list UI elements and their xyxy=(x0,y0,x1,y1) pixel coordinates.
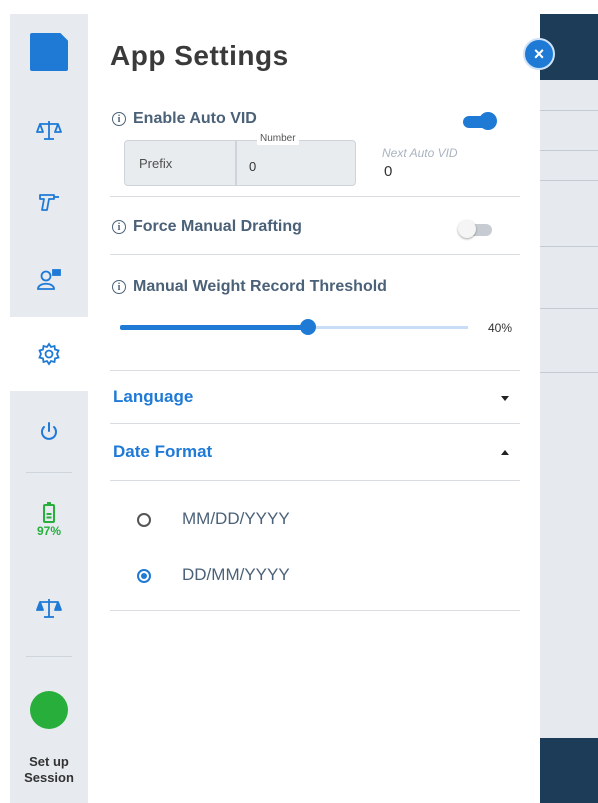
session-status-button[interactable] xyxy=(10,690,88,730)
date-format-radio-mmddyyyy[interactable] xyxy=(137,513,151,527)
page-title: App Settings xyxy=(110,40,289,71)
rail-item-battery: 97% xyxy=(10,495,88,545)
force-manual-drafting-text: Force Manual Drafting xyxy=(133,218,302,235)
background-divider xyxy=(540,180,598,181)
date-format-option-label[interactable]: DD/MM/YYYY xyxy=(182,565,290,585)
scale-filled-icon xyxy=(36,599,62,618)
gear-icon xyxy=(38,342,60,366)
date-format-radio-ddmmyyyy[interactable] xyxy=(137,569,151,583)
language-section-header[interactable]: Language xyxy=(113,387,193,407)
threshold-value: 40% xyxy=(488,321,513,335)
chevron-up-icon[interactable] xyxy=(501,450,509,455)
divider xyxy=(110,480,520,481)
vid-prefix-input[interactable]: Prefix xyxy=(124,140,236,186)
enable-auto-vid-toggle[interactable] xyxy=(459,112,497,130)
chevron-down-icon[interactable] xyxy=(501,396,509,401)
force-manual-drafting-toggle[interactable] xyxy=(458,220,496,238)
scale-icon xyxy=(36,121,62,140)
rail-item-power[interactable] xyxy=(10,412,88,452)
divider xyxy=(110,254,520,255)
background-divider xyxy=(540,110,598,111)
user-tag-icon xyxy=(37,269,61,290)
app-settings-panel xyxy=(90,14,540,803)
setup-session-label-line2: Session xyxy=(24,770,74,785)
background-divider xyxy=(540,308,598,309)
enable-auto-vid-label: i Enable Auto VID xyxy=(112,110,257,128)
toggle-knob xyxy=(479,112,497,130)
enable-auto-vid-text: Enable Auto VID xyxy=(133,110,257,127)
setup-session-button[interactable]: Set up Session xyxy=(10,752,88,788)
background-divider xyxy=(540,372,598,373)
threshold-slider-fill xyxy=(120,325,308,330)
background-divider xyxy=(540,246,598,247)
info-icon[interactable]: i xyxy=(112,220,126,234)
date-format-section-header[interactable]: Date Format xyxy=(113,442,212,462)
rail-divider xyxy=(26,472,72,473)
manual-weight-threshold-text: Manual Weight Record Threshold xyxy=(133,278,387,295)
next-auto-vid-value: 0 xyxy=(384,163,393,180)
vid-prefix-placeholder: Prefix xyxy=(139,156,173,171)
info-icon[interactable]: i xyxy=(112,112,126,126)
rail-item-drench[interactable] xyxy=(10,183,88,223)
rail-item-home[interactable] xyxy=(10,30,88,74)
rail-item-scale-status[interactable] xyxy=(10,588,88,628)
drench-gun-icon xyxy=(39,194,59,211)
rail-item-scale[interactable] xyxy=(10,110,88,150)
battery-icon xyxy=(43,502,55,523)
app-logo-icon xyxy=(30,33,68,71)
threshold-slider-thumb[interactable] xyxy=(299,319,316,335)
force-manual-drafting-label: i Force Manual Drafting xyxy=(112,218,302,236)
divider xyxy=(110,196,520,197)
next-auto-vid-label: Next Auto VID xyxy=(382,146,458,160)
divider xyxy=(110,423,520,424)
close-button[interactable]: × xyxy=(523,38,555,70)
vid-number-label: Number xyxy=(257,133,299,145)
manual-weight-threshold-label: i Manual Weight Record Threshold xyxy=(112,278,387,296)
background-divider xyxy=(540,150,598,151)
toggle-knob xyxy=(458,220,476,238)
date-format-option-label[interactable]: MM/DD/YYYY xyxy=(182,509,290,529)
background-footer xyxy=(540,738,598,803)
info-icon[interactable]: i xyxy=(112,280,126,294)
session-status-dot xyxy=(30,691,68,729)
vid-number-value: 0 xyxy=(249,159,257,174)
vid-number-input[interactable]: Number 0 xyxy=(236,133,356,186)
divider xyxy=(110,370,520,371)
power-icon xyxy=(41,422,57,440)
background-panel xyxy=(540,14,598,803)
divider xyxy=(110,610,520,611)
rail-item-animals[interactable] xyxy=(10,260,88,300)
rail-divider xyxy=(26,656,72,657)
setup-session-label-line1: Set up xyxy=(29,754,69,769)
rail-item-settings[interactable] xyxy=(10,334,88,374)
battery-percentage: 97% xyxy=(36,524,62,538)
